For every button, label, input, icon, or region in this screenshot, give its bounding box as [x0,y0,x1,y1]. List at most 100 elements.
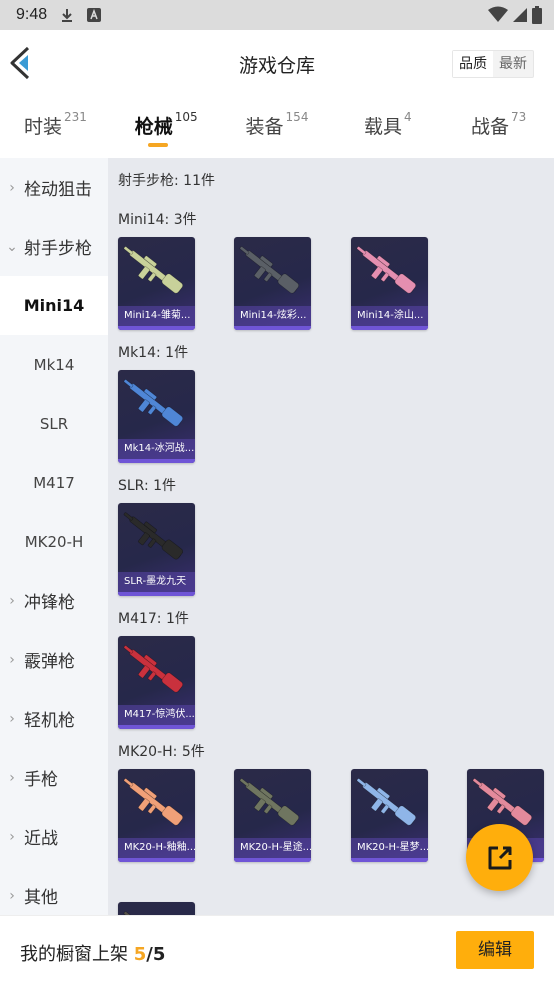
bottom-bar: 我的橱窗上架 5/5 编辑 [0,915,554,984]
skin-name: MK20-H-星梦... [351,838,428,858]
tab-label: 枪械 [134,116,173,138]
edit-button[interactable]: 编辑 [456,931,534,969]
skin-card[interactable]: Mk14-冰河战... [118,370,195,463]
shelf-status: 我的橱窗上架 5/5 [20,940,165,966]
rarity-bar [118,592,195,596]
sidebar-item-label: M417 [33,473,75,492]
tab-fashion[interactable]: 时装 231 [0,96,111,158]
sidebar-item-pistol[interactable]: › 手枪 [0,748,108,807]
tab-supplies[interactable]: 战备 73 [443,96,554,158]
sidebar-item-shotgun[interactable]: › 霰弹枪 [0,630,108,689]
skin-card[interactable]: SLR-墨龙九天 [118,503,195,596]
rarity-bar [118,858,195,862]
sidebar-item-label: 霰弹枪 [24,652,75,672]
sidebar-item-label: Mini14 [23,296,85,315]
tab-label: 载具 [363,116,402,138]
share-external-icon [488,846,511,869]
skin-card[interactable]: M417-惊鸿伏... [118,636,195,729]
rarity-bar [118,459,195,463]
tab-equipment[interactable]: 装备 154 [222,96,333,158]
sidebar-item-label: 手枪 [24,770,58,790]
sidebar-item-label: 射手步枪 [24,239,92,259]
sort-newest-button[interactable]: 最新 [493,51,533,77]
rarity-bar [234,858,311,862]
status-bar: 9:48 [0,0,554,30]
sidebar-item-bolt-sniper[interactable]: › 栓动狙击 [0,158,108,217]
rifle-skin-image [123,379,184,427]
group-title: M417: 1件 [118,611,189,627]
header: 游戏仓库 品质 最新 [0,30,554,96]
sidebar-subitem-m417[interactable]: M417 [0,453,108,512]
rifle-skin-image [123,645,184,693]
skin-card[interactable]: MK20-H-星途... [234,769,311,862]
rifle-skin-image [239,246,300,294]
sort-toggle: 品质 最新 [452,50,534,78]
sidebar-item-lmg[interactable]: › 轻机枪 [0,689,108,748]
sidebar-item-label: MK20-H [24,532,84,551]
chevron-right-icon: › [9,769,15,786]
item-grid-area[interactable]: 射手步枪: 11件 Mini14: 3件 Mini14-雏菊... Mini14… [108,158,554,915]
rarity-bar [351,858,428,862]
signal-icon [512,6,528,28]
screen: 9:48 游戏仓库 品质 最新 时装 231 枪械 105 装备 154 载具 … [0,0,554,984]
chevron-right-icon: › [9,179,15,196]
a-box-icon [87,8,102,22]
rifle-skin-image [123,778,184,826]
tab-label: 战备 [470,116,509,138]
rifle-skin-image [123,911,134,915]
skin-name: Mini14-雏菊... [118,306,195,326]
skin-card[interactable]: MK20-H-星梦... [351,769,428,862]
sidebar-item-other[interactable]: › 其他 [0,866,108,915]
download-icon [59,7,75,23]
sidebar-item-label: 近战 [24,829,58,849]
group-title: SLR: 1件 [118,478,177,494]
chevron-right-icon: › [9,887,15,904]
sort-quality-button[interactable]: 品质 [453,51,493,77]
share-fab-button[interactable] [466,824,533,891]
sidebar-item-smg[interactable]: › 冲锋枪 [0,571,108,630]
sidebar-subitem-mk20h[interactable]: MK20-H [0,512,108,571]
sidebar-item-label: 栓动狙击 [24,180,92,200]
chevron-right-icon: › [9,710,15,727]
sidebar-subitem-mk14[interactable]: Mk14 [0,335,108,394]
tab-count: 105 [174,110,198,124]
shelf-total: 5 [152,944,166,965]
tab-active-indicator [148,143,169,147]
sidebar-item-label: 轻机枪 [24,711,75,731]
sidebar-subitem-slr[interactable]: SLR [0,394,108,453]
tab-guns[interactable]: 枪械 105 [111,96,222,158]
skin-card[interactable]: Mini14-炫彩... [234,237,311,330]
rarity-bar [118,326,195,330]
rarity-bar [118,725,195,729]
chevron-right-icon: › [9,651,15,668]
group-title: Mk14: 1件 [118,345,189,361]
tab-count: 73 [510,110,527,124]
chevron-right-icon: › [9,828,15,845]
shelf-label: 我的橱窗上架 [20,944,128,965]
skin-name: MK20-H-釉釉... [118,838,195,858]
skin-card[interactable]: Mini14-涂山... [351,237,428,330]
chevron-right-icon: › [9,592,15,609]
sidebar-item-label: Mk14 [33,355,75,374]
rifle-skin-image [123,246,184,294]
category-summary: 射手步枪: 11件 [118,173,215,189]
tab-vehicles[interactable]: 载具 4 [332,96,443,158]
skin-card[interactable]: Mini14-雏菊... [118,237,195,330]
skin-name: SLR-墨龙九天 [118,572,195,592]
sidebar-item-melee[interactable]: › 近战 [0,807,108,866]
skin-card[interactable]: MK20-H-釉釉... [118,769,195,862]
skin-name: M417-惊鸿伏... [118,705,195,725]
sidebar-item-dmr[interactable]: ⌄ 射手步枪 [0,217,108,276]
sidebar-subitem-mini14[interactable]: Mini14 [0,276,108,335]
shelf-count: 5 [133,944,147,965]
rifle-skin-image [356,246,417,294]
status-right-icons [488,6,542,28]
skin-name: Mini14-炫彩... [234,306,311,326]
skin-card[interactable] [118,902,195,915]
skin-name: Mini14-涂山... [351,306,428,326]
sidebar-item-label: 其他 [24,888,58,908]
status-time: 9:48 [16,6,48,23]
tab-count: 154 [285,110,309,124]
rifle-skin-image [123,512,184,560]
category-tabs: 时装 231 枪械 105 装备 154 载具 4 战备 73 [0,96,554,158]
